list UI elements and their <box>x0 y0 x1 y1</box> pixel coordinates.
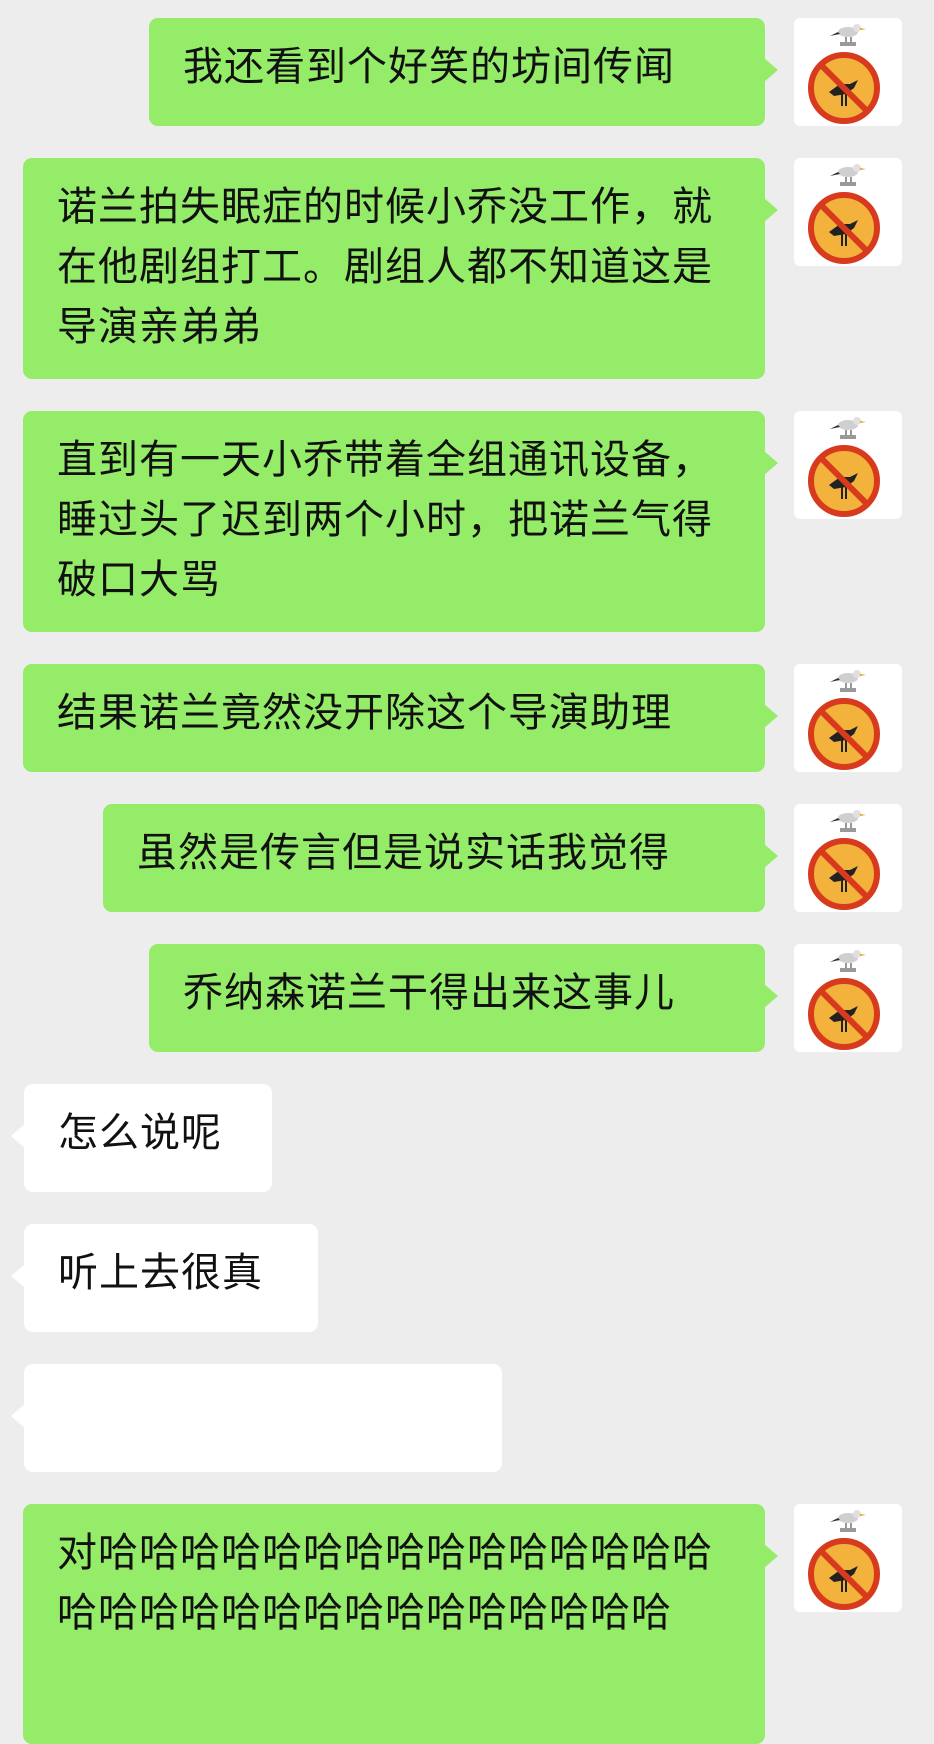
no-bird-icon <box>808 24 880 124</box>
message-row: 诺兰拍失眠症的时候小乔没工作，就在他剧组打工。剧组人都不知道这是导演亲弟弟 <box>0 158 934 379</box>
user-avatar[interactable] <box>794 664 902 772</box>
message-text: 对哈哈哈哈哈哈哈哈哈哈哈哈哈哈哈哈哈哈哈哈哈哈哈哈哈哈哈哈哈哈 <box>57 1530 713 1636</box>
user-avatar[interactable] <box>794 18 902 126</box>
message-text: 乔纳森诺兰干得出来这事儿 <box>183 970 675 1016</box>
outgoing-message-bubble[interactable]: 结果诺兰竟然没开除这个导演助理 <box>23 664 778 772</box>
message-row: 虽然是传言但是说实话我觉得 <box>0 804 934 912</box>
message-row: 对哈哈哈哈哈哈哈哈哈哈哈哈哈哈哈哈哈哈哈哈哈哈哈哈哈哈哈哈哈哈 <box>0 1504 934 1744</box>
message-row: 直到有一天小乔带着全组通讯设备，睡过头了迟到两个小时，把诺兰气得破口大骂 <box>0 411 934 632</box>
user-avatar[interactable] <box>794 1504 902 1612</box>
user-avatar[interactable] <box>794 804 902 912</box>
no-bird-icon <box>808 950 880 1050</box>
message-text: 听上去很真 <box>58 1250 263 1296</box>
message-row: 听上去很真 <box>0 1224 934 1332</box>
outgoing-message-bubble[interactable]: 虽然是传言但是说实话我觉得 <box>103 804 778 912</box>
no-bird-icon <box>808 164 880 264</box>
incoming-message-bubble[interactable]: 听上去很真 <box>11 1224 318 1332</box>
outgoing-message-bubble[interactable]: 直到有一天小乔带着全组通讯设备，睡过头了迟到两个小时，把诺兰气得破口大骂 <box>23 411 778 632</box>
message-row: 乔纳森诺兰干得出来这事儿 <box>0 944 934 1052</box>
user-avatar[interactable] <box>794 411 902 519</box>
message-row: 结果诺兰竟然没开除这个导演助理 <box>0 664 934 772</box>
no-bird-icon <box>808 1510 880 1610</box>
outgoing-message-bubble[interactable]: 乔纳森诺兰干得出来这事儿 <box>149 944 778 1052</box>
message-text: 怎么说呢 <box>58 1110 222 1156</box>
outgoing-message-bubble[interactable]: 我还看到个好笑的坊间传闻 <box>149 18 778 126</box>
user-avatar[interactable] <box>794 944 902 1052</box>
no-bird-icon <box>808 670 880 770</box>
message-row: 我还看到个好笑的坊间传闻 <box>0 18 934 126</box>
no-bird-icon <box>808 417 880 517</box>
message-row <box>0 1364 934 1472</box>
message-row: 怎么说呢 <box>0 1084 934 1192</box>
outgoing-message-bubble[interactable]: 诺兰拍失眠症的时候小乔没工作，就在他剧组打工。剧组人都不知道这是导演亲弟弟 <box>23 158 778 379</box>
incoming-message-bubble[interactable]: 怎么说呢 <box>11 1084 272 1192</box>
message-text: 直到有一天小乔带着全组通讯设备，睡过头了迟到两个小时，把诺兰气得破口大骂 <box>57 437 713 603</box>
message-text: 诺兰拍失眠症的时候小乔没工作，就在他剧组打工。剧组人都不知道这是导演亲弟弟 <box>57 184 713 350</box>
no-bird-icon <box>808 810 880 910</box>
message-text: 虽然是传言但是说实话我觉得 <box>137 830 670 876</box>
obscured-message-bubble[interactable] <box>11 1364 502 1472</box>
message-text: 我还看到个好笑的坊间传闻 <box>183 44 675 90</box>
outgoing-message-bubble[interactable]: 对哈哈哈哈哈哈哈哈哈哈哈哈哈哈哈哈哈哈哈哈哈哈哈哈哈哈哈哈哈哈 <box>23 1504 778 1744</box>
chat-message-list[interactable]: 我还看到个好笑的坊间传闻 诺兰拍失眠症的时候小乔没工作，就在他剧组打工。剧组人都… <box>0 0 934 1744</box>
message-text: 结果诺兰竟然没开除这个导演助理 <box>57 690 672 736</box>
user-avatar[interactable] <box>794 158 902 266</box>
